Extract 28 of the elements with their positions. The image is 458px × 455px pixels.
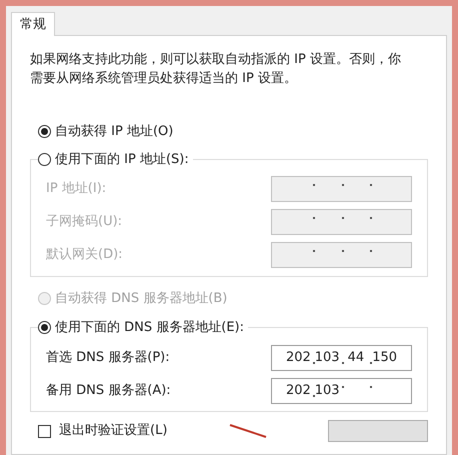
radio-button[interactable] xyxy=(38,321,51,334)
tab[interactable]: 常规 xyxy=(11,12,55,36)
octet-text: 44 xyxy=(348,348,364,367)
radio-button[interactable] xyxy=(38,125,51,138)
ip-address-field[interactable] xyxy=(271,176,412,202)
description-text: 如果网络支持此功能，则可以获取自动指派的 IP 设置。否则，你需要从网络系统管理员处获得适当的 IP 设置。 xyxy=(30,51,402,88)
button[interactable] xyxy=(328,420,428,442)
radio-label: 使用下面的 DNS 服务器地址(E): xyxy=(55,319,244,337)
octet-text: 103 xyxy=(314,348,340,367)
radio-button[interactable] xyxy=(38,152,51,166)
checkbox-label: 退出时验证设置(L) xyxy=(59,422,168,440)
ip-address-field[interactable]: 202 103 44 150 xyxy=(271,344,412,370)
field-label: 备用 DNS 服务器(A): xyxy=(46,382,171,400)
octet-text: 202 xyxy=(286,382,311,400)
octet-text: 103 xyxy=(314,382,340,400)
octet-text: 150 xyxy=(372,348,398,367)
radio-label: 自动获得 DNS 服务器地址(B) xyxy=(55,290,228,308)
octet-text: 202 xyxy=(286,348,311,367)
field-label: 子网掩码(U): xyxy=(46,213,122,232)
field-label: 首选 DNS 服务器(P): xyxy=(46,348,170,367)
radio-label: 使用下面的 IP 地址(S): xyxy=(55,150,189,168)
ip-address-field[interactable] xyxy=(271,242,412,268)
radio-label: 自动获得 IP 地址(O) xyxy=(55,123,174,141)
checkbox[interactable] xyxy=(38,424,51,438)
field-label: IP 地址(I): xyxy=(46,180,106,198)
ip-address-field[interactable] xyxy=(271,209,412,235)
field-label: 默认网关(D): xyxy=(46,246,123,264)
ip-address-field[interactable]: 202 103 xyxy=(271,378,412,404)
